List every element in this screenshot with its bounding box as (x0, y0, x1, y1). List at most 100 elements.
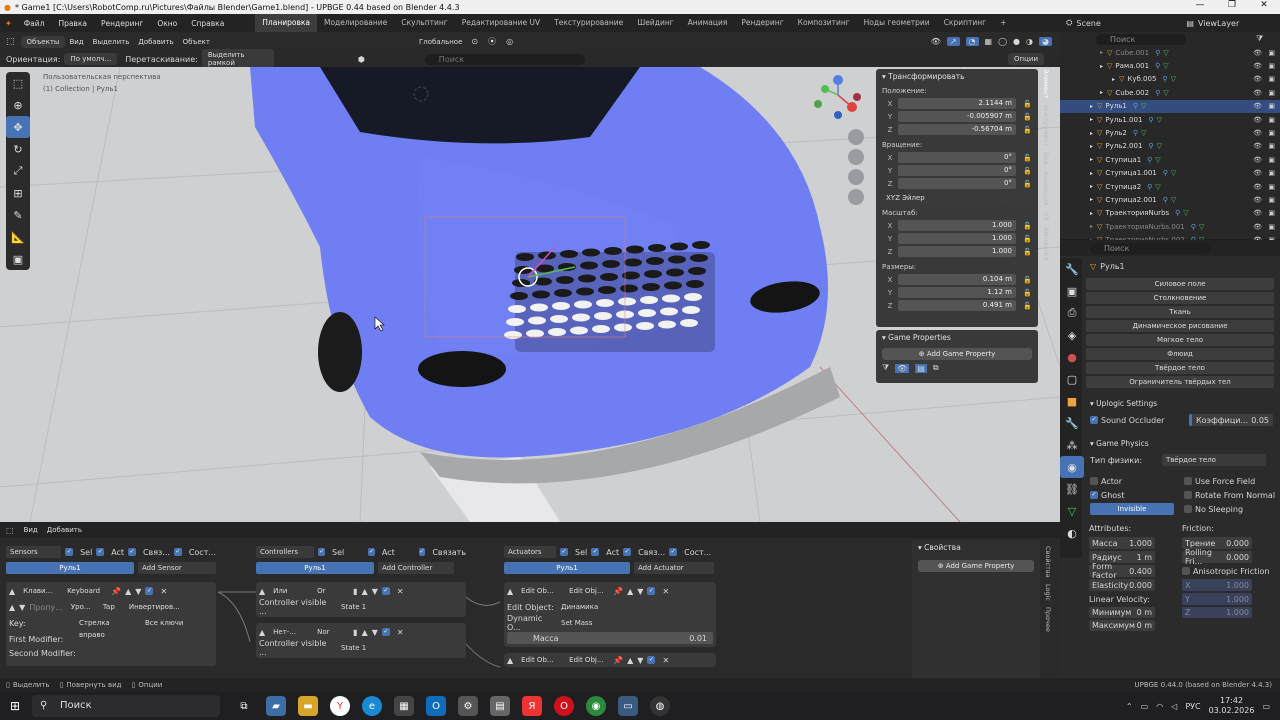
yandex-browser-icon[interactable]: Y (330, 696, 350, 716)
uplogic-section-title[interactable]: ▾ Uplogic Settings (1060, 396, 1280, 412)
workspace-tab-texture[interactable]: Текстурирование (547, 14, 630, 32)
render-camera-icon[interactable]: ▣ (1268, 223, 1275, 231)
lock-icon[interactable]: 🔓 (1023, 154, 1032, 162)
shading-material-icon[interactable]: ◑ (1026, 37, 1033, 46)
rot-value-field[interactable]: 0° (898, 152, 1016, 163)
bookmark-icon[interactable]: ▮ (353, 587, 357, 596)
actuator2-active-checkbox[interactable]: ✓ (647, 656, 656, 664)
lock-icon[interactable]: 🔓 (1023, 289, 1032, 297)
expand-arrow-icon[interactable]: ▸ (1090, 156, 1093, 163)
sensor-type-select[interactable]: Keyboard (63, 585, 108, 597)
pulse-field[interactable]: Пропу... (29, 603, 63, 612)
move-down-icon[interactable]: ▼ (637, 656, 643, 665)
controller-state-select[interactable]: State 1 (337, 642, 435, 654)
volume-icon[interactable]: ◁ (1171, 702, 1177, 711)
outliner-row[interactable]: ▸ ▽ Cube.001 ⚲ ▽ 👁 ▣ (1060, 46, 1280, 59)
outliner-row[interactable]: ▸ ▽ ТраекторияNurbs.001 ⚲ ▽ 👁 ▣ (1060, 220, 1280, 233)
orientation-select[interactable]: По умолч... (64, 53, 118, 65)
render-camera-icon[interactable]: ▣ (1268, 156, 1275, 164)
workspace-tab-sculpting[interactable]: Скульптинг (394, 14, 454, 32)
cursor-tool-icon[interactable]: ⊕ (6, 94, 30, 116)
chrome-browser-icon[interactable]: ◉ (586, 696, 606, 716)
move-down-icon[interactable]: ▼ (637, 587, 643, 596)
lock-icon[interactable]: 🔓 (1023, 276, 1032, 284)
file-explorer-icon[interactable]: ▬ (298, 696, 318, 716)
expand-arrow-icon[interactable]: ▸ (1100, 89, 1103, 96)
task-view-icon[interactable]: ⧉ (234, 696, 254, 716)
workspace-tab-layout[interactable]: Планировка (255, 14, 317, 32)
second-modifier-field[interactable] (107, 647, 201, 659)
render-camera-icon[interactable]: ▣ (1268, 62, 1275, 70)
visibility-eye-icon[interactable]: 👁 (1253, 209, 1262, 217)
scale-value-field[interactable]: 1.000 (898, 246, 1016, 257)
visibility-eye-icon[interactable]: 👁 (1253, 156, 1262, 164)
render-camera-icon[interactable]: ▣ (1268, 102, 1275, 110)
tap-button[interactable]: Tap (98, 601, 121, 613)
controllers-link-checkbox[interactable]: ✓ (418, 548, 426, 556)
elasticity-field[interactable]: Elasticity 0.000 (1089, 579, 1155, 591)
dims-value-field[interactable]: 0.104 m (898, 274, 1016, 285)
loc-value-field[interactable]: -0.56704 m (898, 124, 1016, 135)
editor-type-icon[interactable]: ⬚ (6, 37, 15, 47)
viewport-nav-buttons[interactable] (848, 129, 864, 205)
controllers-dropdown[interactable]: Controllers (256, 546, 315, 558)
logic-menu-view[interactable]: Вид (24, 526, 38, 534)
expand-arrow-icon[interactable]: ▸ (1090, 210, 1093, 217)
sensor-active-checkbox[interactable]: ✓ (145, 587, 154, 595)
drag-select[interactable]: Выделить рамкой (201, 49, 274, 69)
actuator-mass-field[interactable]: Масса 0.01 (507, 632, 713, 644)
gizmo-toggle-icon[interactable]: ↗ (946, 37, 960, 46)
minimize-button[interactable]: — (1184, 0, 1216, 10)
texture-tab-icon[interactable]: ◐ (1060, 522, 1084, 544)
actuator2-type-select[interactable]: Edit Obj... (565, 654, 610, 666)
ghost-checkbox[interactable]: ✓ (1090, 491, 1098, 499)
render-camera-icon[interactable]: ▣ (1268, 169, 1275, 177)
language-indicator[interactable]: РУС (1185, 702, 1200, 711)
aniso-x-field[interactable]: X 1.000 (1182, 579, 1252, 591)
rot-value-field[interactable]: 0° (898, 165, 1016, 176)
dims-value-field[interactable]: 0.491 m (898, 300, 1016, 311)
visibility-icon[interactable]: 👁 (931, 37, 941, 46)
move-up-icon[interactable]: ▲ (362, 587, 368, 596)
visibility-eye-icon[interactable]: 👁 (1253, 196, 1262, 204)
expand-arrow-icon[interactable]: ▸ (1090, 170, 1093, 177)
actuator2-name-field[interactable]: Edit Ob... (517, 654, 562, 666)
logic-editor-icon[interactable]: ⬚ (6, 526, 14, 535)
all-keys-button[interactable]: Все ключи (141, 617, 197, 629)
coefficient-field[interactable]: Коэффици... 0.05 (1189, 414, 1273, 426)
yandex-app-icon[interactable]: Я (522, 696, 542, 716)
expand-arrow-icon[interactable]: ▸ (1100, 63, 1103, 70)
menu-window[interactable]: Окно (150, 19, 184, 28)
outliner-row[interactable]: ▸ ▽ Рама.001 ⚲ ▽ 👁 ▣ (1060, 59, 1280, 72)
actuators-act-checkbox[interactable]: ✓ (591, 548, 600, 556)
tab-tool[interactable]: Инструмент (1042, 105, 1050, 146)
expand-arrow-icon[interactable]: ▸ (1090, 103, 1093, 110)
collapse-icon[interactable]: ▲ (507, 587, 513, 596)
game-physics-section-title[interactable]: ▾ Game Physics (1060, 436, 1280, 452)
invert-button[interactable]: Инвертиров... (124, 601, 180, 613)
modifier-tab-icon[interactable]: 🔧 (1060, 412, 1084, 434)
pivot-icon[interactable]: ⊙ (471, 37, 478, 46)
scale-value-field[interactable]: 1.000 (898, 220, 1016, 231)
add-workspace-button[interactable]: + (993, 14, 1013, 32)
game-properties-title[interactable]: ▾ Game Properties (876, 330, 1038, 346)
render-camera-icon[interactable]: ▣ (1268, 183, 1275, 191)
render-camera-icon[interactable]: ▣ (1268, 116, 1275, 124)
shading-solid-icon[interactable]: ● (1013, 37, 1020, 46)
visibility-eye-icon[interactable]: 👁 (1253, 129, 1262, 137)
controller-active-checkbox[interactable]: ✓ (381, 628, 390, 636)
logic-props-title[interactable]: ▾ Свойства (912, 540, 1040, 556)
visible-filter-icon[interactable]: 👁 (895, 363, 910, 373)
expand-arrow-icon[interactable]: ▸ (1090, 116, 1093, 123)
annotate-tool-icon[interactable]: ✎ (6, 204, 30, 226)
controllers-act-checkbox[interactable]: ✓ (368, 548, 375, 556)
outlook-icon[interactable]: O (426, 696, 446, 716)
viewlayer-selector[interactable]: ViewLayer (1198, 19, 1239, 28)
outliner-row[interactable]: ▸ ▽ Руль2 ⚲ ▽ 👁 ▣ (1060, 126, 1280, 139)
outliner-row[interactable]: ▸ ▽ Ступица1 ⚲ ▽ 👁 ▣ (1060, 153, 1280, 166)
pin-icon[interactable]: 📌 (613, 587, 623, 596)
logic-tab-other[interactable]: Прочее (1044, 607, 1052, 632)
key-field[interactable]: Стрелка вправо (75, 617, 137, 639)
select-box-tool-icon[interactable]: ⬚ (6, 72, 30, 94)
controller-name-field[interactable]: Нет-... (269, 626, 310, 638)
